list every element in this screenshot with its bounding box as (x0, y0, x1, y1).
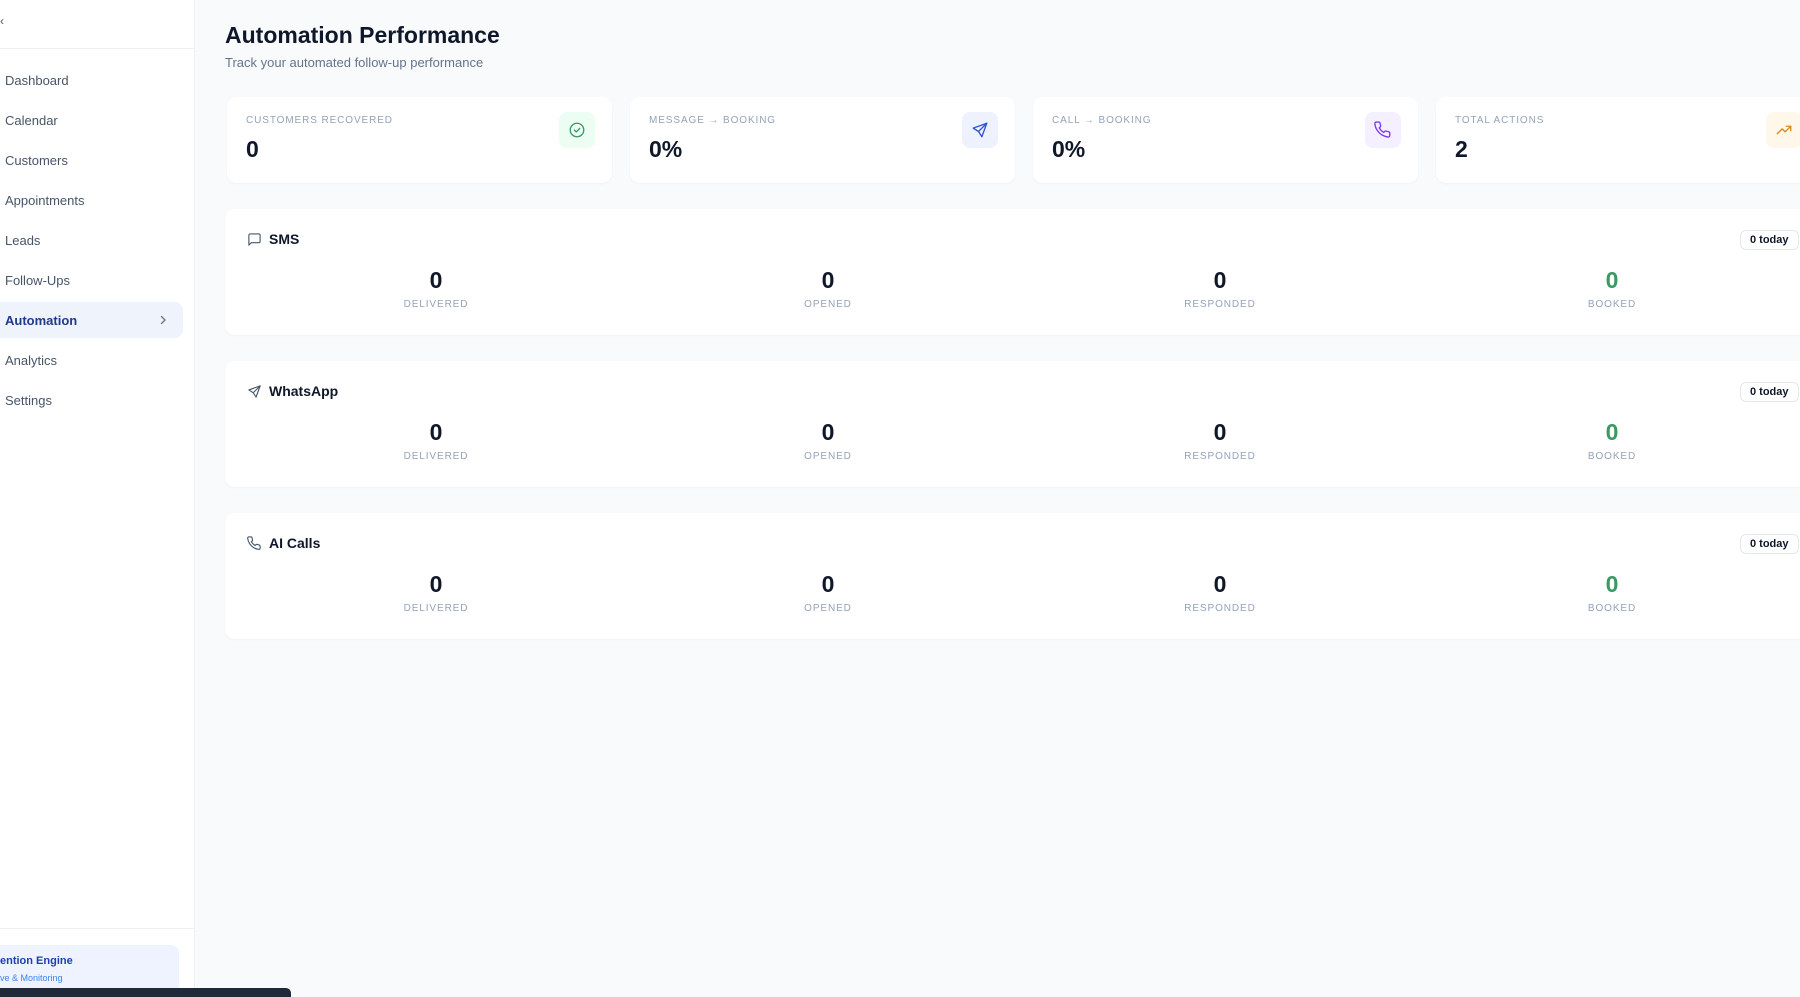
app-root: ‹ Dashboard Calendar Customers Appointme… (0, 0, 1800, 997)
stat-card-call-booking: CALL → BOOKING 0% (1033, 97, 1418, 183)
sidebar-item-analytics[interactable]: Analytics (0, 342, 183, 378)
page-subtitle: Track your automated follow-up performan… (225, 55, 484, 70)
channel-header: SMS (247, 231, 299, 247)
sidebar-item-automation[interactable]: Automation (0, 302, 183, 338)
sidebar-item-label: Follow-Ups (5, 272, 71, 288)
stat-value: 0% (649, 136, 683, 162)
engine-title: ention Engine (0, 955, 73, 967)
metric-label: DELIVERED (403, 451, 469, 462)
stat-value: 2 (1455, 136, 1468, 162)
metric-delivered: 0 DELIVERED (356, 266, 516, 310)
channel-card-sms: SMS 0 today 0 DELIVERED 0 OPENED 0 RESPO… (225, 209, 1800, 335)
today-badge: 0 today (1740, 534, 1799, 554)
today-badge: 0 today (1740, 382, 1799, 402)
sidebar-item-follow-ups[interactable]: Follow-Ups (0, 262, 183, 298)
phone-icon (247, 535, 261, 550)
metric-opened: 0 OPENED (748, 266, 908, 310)
sidebar: ‹ Dashboard Calendar Customers Appointme… (0, 0, 291, 997)
sidebar-item-label: Leads (5, 232, 41, 248)
channel-name: AI Calls (269, 535, 321, 551)
stat-label: TOTAL ACTIONS (1455, 115, 1545, 126)
sidebar-item-label: Settings (5, 392, 52, 408)
metric-delivered: 0 DELIVERED (356, 418, 516, 462)
metric-value: 0 (821, 571, 835, 597)
chevron-right-icon (160, 315, 166, 325)
sidebar-nav: Dashboard Calendar Customers Appointment… (0, 62, 195, 422)
channel-name: WhatsApp (269, 383, 339, 399)
metric-label: RESPONDED (1184, 299, 1256, 310)
stat-value: 0% (1052, 136, 1086, 162)
channel-header: AI Calls (247, 535, 320, 551)
sidebar-item-leads[interactable]: Leads (0, 222, 183, 258)
metric-value: 0 (1213, 419, 1227, 445)
stat-label: MESSAGE → BOOKING (649, 115, 776, 126)
metric-value: 0 (1213, 571, 1227, 597)
brand-mark[interactable]: ‹ (0, 14, 4, 28)
metric-label: DELIVERED (403, 603, 469, 614)
sidebar-divider (0, 928, 194, 929)
metric-label: BOOKED (1587, 603, 1637, 614)
metric-label: OPENED (804, 451, 852, 462)
metric-value: 0 (429, 571, 443, 597)
metric-label: BOOKED (1587, 451, 1637, 462)
today-badge: 0 today (1740, 230, 1799, 250)
send-icon (962, 112, 998, 148)
sidebar-header: ‹ (0, 0, 194, 49)
sidebar-item-settings[interactable]: Settings (0, 382, 183, 418)
page-title: Automation Performance (225, 22, 500, 48)
phone-icon (1365, 112, 1401, 148)
metric-responded: 0 RESPONDED (1140, 570, 1300, 614)
metric-booked: 0 BOOKED (1532, 266, 1692, 310)
channel-header: WhatsApp (247, 383, 338, 399)
sidebar-item-dashboard[interactable]: Dashboard (0, 62, 183, 98)
sidebar-item-label: Customers (5, 152, 68, 168)
metric-label: RESPONDED (1184, 603, 1256, 614)
metric-label: RESPONDED (1184, 451, 1256, 462)
status-url-tooltip (0, 988, 291, 997)
metric-value: 0 (1213, 267, 1227, 293)
sidebar-item-calendar[interactable]: Calendar (0, 102, 183, 138)
metric-value: 0 (821, 267, 835, 293)
stat-card-message-booking: MESSAGE → BOOKING 0% (630, 97, 1015, 183)
metric-label: BOOKED (1587, 299, 1637, 310)
trending-up-icon (1766, 112, 1800, 148)
metric-label: OPENED (804, 603, 852, 614)
sidebar-item-label: Automation (5, 312, 78, 328)
metric-label: OPENED (804, 299, 852, 310)
channel-name: SMS (269, 231, 300, 247)
metric-delivered: 0 DELIVERED (356, 570, 516, 614)
stat-card-total-actions: TOTAL ACTIONS 2 (1436, 97, 1800, 183)
metric-booked: 0 BOOKED (1532, 418, 1692, 462)
metric-value: 0 (1605, 267, 1619, 293)
send-icon (248, 384, 261, 398)
metric-value: 0 (429, 267, 443, 293)
sidebar-item-label: Appointments (5, 192, 85, 208)
metric-value: 0 (821, 419, 835, 445)
channel-card-whatsapp: WhatsApp 0 today 0 DELIVERED 0 OPENED 0 … (225, 361, 1800, 487)
stat-label: CALL → BOOKING (1052, 115, 1152, 126)
metric-value: 0 (429, 419, 443, 445)
metric-responded: 0 RESPONDED (1140, 266, 1300, 310)
metric-value: 0 (1605, 571, 1619, 597)
message-square-icon (248, 232, 261, 246)
metric-responded: 0 RESPONDED (1140, 418, 1300, 462)
sidebar-item-customers[interactable]: Customers (0, 142, 183, 178)
metric-opened: 0 OPENED (748, 418, 908, 462)
sidebar-item-label: Calendar (5, 112, 58, 128)
stat-card-customers-recovered: CUSTOMERS RECOVERED 0 (227, 97, 612, 183)
channel-card-ai-calls: AI Calls 0 today 0 DELIVERED 0 OPENED 0 … (225, 513, 1800, 639)
sidebar-item-label: Analytics (5, 352, 58, 368)
metric-booked: 0 BOOKED (1532, 570, 1692, 614)
metric-value: 0 (1605, 419, 1619, 445)
sidebar-item-appointments[interactable]: Appointments (0, 182, 183, 218)
sidebar-item-label: Dashboard (5, 72, 69, 88)
metric-opened: 0 OPENED (748, 570, 908, 614)
metric-label: DELIVERED (403, 299, 469, 310)
engine-subtitle: ve & Monitoring (0, 973, 63, 983)
check-circle-icon (559, 112, 595, 148)
stat-value: 0 (246, 136, 259, 162)
stat-label: CUSTOMERS RECOVERED (246, 115, 393, 126)
